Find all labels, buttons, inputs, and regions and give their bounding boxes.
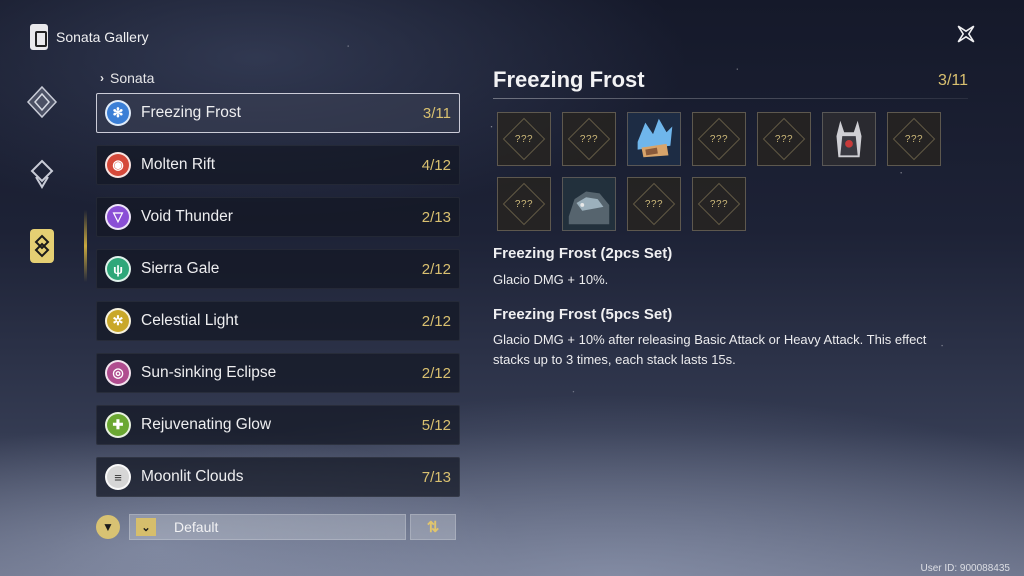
list-item-name: Molten Rift [141, 156, 216, 173]
slot-unknown-label: ??? [774, 133, 794, 145]
list-item-name: Moonlit Clouds [141, 468, 244, 485]
list-item-name: Void Thunder [141, 208, 233, 225]
list-item-name: Sun-sinking Eclipse [141, 364, 277, 381]
eclipse-icon: ◎ [105, 360, 131, 386]
filter-icon: ▼ [102, 520, 114, 534]
list-item-name: Rejuvenating Glow [141, 416, 272, 433]
slot-unknown-label: ??? [709, 198, 729, 210]
rail-item-echo[interactable] [22, 82, 62, 122]
divider [493, 98, 968, 99]
cloud-icon: ≡ [105, 464, 131, 490]
filter-button[interactable]: ▼ [96, 515, 120, 539]
list-item-name: Freezing Frost [141, 104, 241, 121]
slot-unknown-label: ??? [709, 133, 729, 145]
echo-slot-creature[interactable] [822, 112, 876, 166]
sort-dropdown[interactable]: ⌄ Default [129, 514, 406, 540]
list-item-freezing-frost[interactable]: ✻ Freezing Frost 3/11 [96, 93, 460, 133]
ice-crystal-echo-icon [628, 113, 680, 165]
echo-slot-locked[interactable]: ??? [497, 112, 551, 166]
list-item-moonlit-clouds[interactable]: ≡ Moonlit Clouds 7/13 [96, 457, 460, 497]
stone-beast-echo-icon [563, 178, 615, 230]
list-item-count: 5/12 [421, 416, 451, 434]
echo-slot-locked[interactable]: ??? [692, 112, 746, 166]
echo-slot-beast[interactable] [562, 177, 616, 231]
rail-item-phantom[interactable] [22, 154, 62, 194]
set-5pc-title: Freezing Frost (5pcs Set) [493, 306, 673, 323]
slot-unknown-label: ??? [644, 198, 664, 210]
wind-icon: ψ [105, 256, 131, 282]
chevron-down-icon: ⌄ [136, 518, 156, 536]
list-item-count: 4/12 [421, 156, 451, 174]
list-item-molten-rift[interactable]: ◉ Molten Rift 4/12 [96, 145, 460, 185]
app-header: Sonata Gallery [30, 24, 149, 50]
close-button[interactable] [952, 20, 980, 48]
echo-slot-locked[interactable]: ??? [757, 112, 811, 166]
sort-order-button[interactable]: ⇅ [410, 514, 456, 540]
set-2pc-description: Glacio DMG + 10%. [493, 272, 609, 287]
echo-slot-locked[interactable]: ??? [887, 112, 941, 166]
detail-title: Freezing Frost [493, 67, 645, 92]
list-item-celestial-light[interactable]: ✲ Celestial Light 2/12 [96, 301, 460, 341]
sonata-logo-icon [30, 24, 48, 50]
echo-slot-locked[interactable]: ??? [692, 177, 746, 231]
list-item-count: 7/13 [421, 468, 451, 486]
dark-creature-echo-icon [823, 113, 875, 165]
slot-unknown-label: ??? [579, 133, 599, 145]
slot-unknown-label: ??? [904, 133, 924, 145]
phantom-icon [30, 159, 54, 189]
thunder-icon: ▽ [105, 204, 131, 230]
detail-count: 3/11 [938, 72, 968, 89]
list-item-rejuvenating-glow[interactable]: ✚ Rejuvenating Glow 5/12 [96, 405, 460, 445]
list-item-count: 3/11 [422, 104, 451, 122]
rail-item-sonata[interactable] [22, 226, 62, 266]
page-title: Sonata Gallery [56, 29, 149, 45]
echo-crystal-icon [26, 85, 58, 119]
list-item-count: 2/12 [421, 260, 451, 278]
user-id: User ID: 900088435 [920, 563, 1010, 574]
list-item-count: 2/13 [421, 208, 451, 226]
list-item-sierra-gale[interactable]: ψ Sierra Gale 2/12 [96, 249, 460, 289]
breadcrumb-label: Sonata [110, 70, 155, 86]
slot-unknown-label: ??? [514, 133, 534, 145]
set-5pc-description: Glacio DMG + 10% after releasing Basic A… [493, 332, 927, 367]
list-item-name: Celestial Light [141, 312, 239, 329]
sun-icon: ✲ [105, 308, 131, 334]
sonata-badge-icon [30, 229, 54, 263]
echo-slot-crystal[interactable] [627, 112, 681, 166]
snowflake-icon: ✻ [105, 100, 131, 126]
sort-order-icon: ⇅ [426, 519, 440, 536]
list-item-count: 2/12 [421, 312, 451, 330]
chevron-right-icon: › [100, 71, 104, 85]
set-2pc-title: Freezing Frost (2pcs Set) [493, 245, 673, 262]
list-item-sun-sinking-eclipse[interactable]: ◎ Sun-sinking Eclipse 2/12 [96, 353, 460, 393]
breadcrumb: › Sonata [100, 70, 154, 86]
list-scroll-indicator [84, 210, 87, 282]
heal-icon: ✚ [105, 412, 131, 438]
list-item-count: 2/12 [421, 364, 451, 382]
list-item-name: Sierra Gale [141, 260, 220, 277]
echo-slot-locked[interactable]: ??? [562, 112, 616, 166]
echo-slot-locked[interactable]: ??? [497, 177, 551, 231]
slot-unknown-label: ??? [514, 198, 534, 210]
list-item-void-thunder[interactable]: ▽ Void Thunder 2/13 [96, 197, 460, 237]
echo-slot-locked[interactable]: ??? [627, 177, 681, 231]
close-icon [957, 25, 975, 43]
sort-value: Default [174, 519, 219, 535]
flame-icon: ◉ [105, 152, 131, 178]
